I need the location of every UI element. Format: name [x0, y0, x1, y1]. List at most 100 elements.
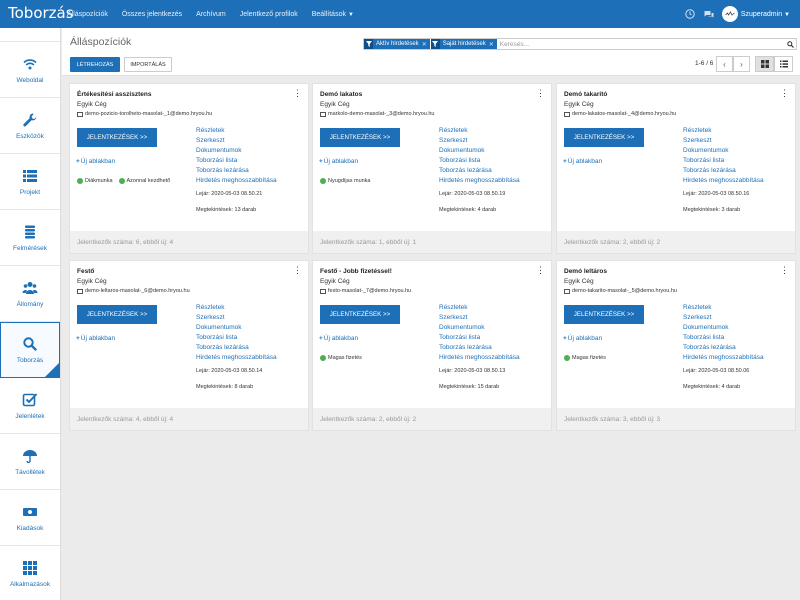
close-recruitment-link[interactable]: Toborzás lezárása	[683, 343, 764, 353]
sidebar-item-staff[interactable]: Állomány	[0, 266, 60, 322]
sidebar-item-attendance[interactable]: Jelenlétek	[0, 378, 60, 434]
applications-button[interactable]: JELENTKEZÉSEK >>	[564, 305, 644, 324]
nav-settings-dropdown[interactable]: Beállítások ▼	[305, 11, 361, 18]
chat-icon[interactable]	[703, 8, 715, 20]
sidebar-top-spacer	[0, 28, 60, 42]
sidebar-item-recruitment[interactable]: Toborzás	[0, 322, 60, 378]
nav-all-applications[interactable]: Összes jelentkezés	[115, 11, 189, 18]
more-options-icon[interactable]: ⋮	[293, 266, 302, 275]
open-new-window-link[interactable]: +Új ablakban	[76, 335, 115, 342]
extend-ad-link[interactable]: Hirdetés meghosszabbítása	[439, 176, 520, 186]
applications-button[interactable]: JELENTKEZÉSEK >>	[320, 305, 400, 324]
sidebar-item-absences[interactable]: Távollétek	[0, 434, 60, 490]
extend-ad-link[interactable]: Hirdetés meghosszabbítása	[683, 176, 764, 186]
documents-link[interactable]: Dokumentumok	[683, 146, 764, 156]
sidebar-item-tools[interactable]: Eszközök	[0, 98, 60, 154]
edit-link[interactable]: Szerkeszt	[439, 313, 520, 323]
sidebar-item-apps[interactable]: Alkalmazások	[0, 546, 60, 600]
edit-link[interactable]: Szerkeszt	[439, 136, 520, 146]
position-title[interactable]: Festő	[77, 268, 94, 275]
applications-button[interactable]: JELENTKEZÉSEK >>	[564, 128, 644, 147]
user-menu[interactable]: Szuperadmin ▼	[741, 11, 790, 18]
extend-ad-link[interactable]: Hirdetés meghosszabbítása	[439, 353, 520, 363]
recruitment-list-link[interactable]: Toborzási lista	[439, 156, 520, 166]
import-button[interactable]: IMPORTÁLÁS	[124, 57, 172, 72]
recruitment-list-link[interactable]: Toborzási lista	[683, 156, 764, 166]
extend-ad-link[interactable]: Hirdetés meghosszabbítása	[196, 353, 277, 363]
sidebar-item-expenses[interactable]: Kiadások	[0, 490, 60, 546]
list-view-button[interactable]	[774, 56, 793, 72]
clock-icon[interactable]	[684, 8, 696, 20]
position-email: demo-pozicio-torolheto-masolat-_1@demo.h…	[77, 111, 212, 117]
details-link[interactable]: Részletek	[439, 303, 520, 313]
envelope-icon	[77, 111, 83, 117]
extend-ad-link[interactable]: Hirdetés meghosszabbítása	[196, 176, 277, 186]
open-new-window-link[interactable]: +Új ablakban	[319, 158, 358, 165]
documents-link[interactable]: Dokumentumok	[196, 146, 277, 156]
open-new-window-link[interactable]: +Új ablakban	[76, 158, 115, 165]
sidebar-item-project[interactable]: Projekt	[0, 154, 60, 210]
position-title[interactable]: Demó lakatos	[320, 91, 362, 98]
edit-link[interactable]: Szerkeszt	[683, 313, 764, 323]
details-link[interactable]: Részletek	[683, 126, 764, 136]
close-recruitment-link[interactable]: Toborzás lezárása	[439, 166, 520, 176]
search-input[interactable]	[498, 41, 784, 48]
remove-filter-icon[interactable]: ✕	[489, 41, 494, 48]
filter-search-bar[interactable]: Aktív hirdetések ✕ Saját hirdetések ✕	[363, 38, 797, 50]
nav-applicant-profiles[interactable]: Jelentkező profilok	[233, 11, 305, 18]
recruitment-list-link[interactable]: Toborzási lista	[196, 333, 277, 343]
filter-chip-own[interactable]: Saját hirdetések ✕	[430, 39, 497, 49]
details-link[interactable]: Részletek	[683, 303, 764, 313]
open-new-window-link[interactable]: +Új ablakban	[563, 158, 602, 165]
applicant-count: Jelentkezők száma: 6, ebből új: 4	[70, 231, 308, 253]
more-options-icon[interactable]: ⋮	[293, 89, 302, 98]
recruitment-list-link[interactable]: Toborzási lista	[439, 333, 520, 343]
applications-button[interactable]: JELENTKEZÉSEK >>	[320, 128, 400, 147]
tag-list: Magas fizetés	[564, 355, 612, 361]
more-options-icon[interactable]: ⋮	[536, 89, 545, 98]
edit-link[interactable]: Szerkeszt	[196, 136, 277, 146]
filter-chip-active[interactable]: Aktív hirdetések ✕	[364, 39, 430, 49]
position-title[interactable]: Értékesítési asszisztens	[77, 91, 151, 98]
more-options-icon[interactable]: ⋮	[536, 266, 545, 275]
details-link[interactable]: Részletek	[196, 303, 277, 313]
recruitment-list-link[interactable]: Toborzási lista	[196, 156, 277, 166]
close-recruitment-link[interactable]: Toborzás lezárása	[196, 166, 277, 176]
applicant-count: Jelentkezők száma: 2, ebből új: 2	[557, 231, 795, 253]
action-links: Részletek Szerkeszt Dokumentumok Toborzá…	[439, 126, 520, 186]
applications-button[interactable]: JELENTKEZÉSEK >>	[77, 305, 157, 324]
close-recruitment-link[interactable]: Toborzás lezárása	[439, 343, 520, 353]
open-new-window-link[interactable]: +Új ablakban	[563, 335, 602, 342]
avatar[interactable]	[721, 6, 738, 22]
more-options-icon[interactable]: ⋮	[780, 266, 789, 275]
nav-positions[interactable]: Álláspozíciók	[60, 11, 115, 18]
position-title[interactable]: Festő - Jobb fizetéssel!	[320, 268, 392, 275]
remove-filter-icon[interactable]: ✕	[422, 41, 427, 48]
extend-ad-link[interactable]: Hirdetés meghosszabbítása	[683, 353, 764, 363]
edit-link[interactable]: Szerkeszt	[196, 313, 277, 323]
close-recruitment-link[interactable]: Toborzás lezárása	[196, 343, 277, 353]
documents-link[interactable]: Dokumentumok	[439, 323, 520, 333]
sidebar-item-surveys[interactable]: Felmérések	[0, 210, 60, 266]
prev-page-button[interactable]: ‹	[716, 56, 733, 72]
details-link[interactable]: Részletek	[439, 126, 520, 136]
sidebar-item-website[interactable]: Weboldal	[0, 42, 60, 98]
documents-link[interactable]: Dokumentumok	[196, 323, 277, 333]
search-icon[interactable]	[784, 39, 796, 49]
documents-link[interactable]: Dokumentumok	[439, 146, 520, 156]
grid-view-button[interactable]	[755, 56, 774, 72]
close-recruitment-link[interactable]: Toborzás lezárása	[683, 166, 764, 176]
more-options-icon[interactable]: ⋮	[780, 89, 789, 98]
nav-archive[interactable]: Archívum	[189, 11, 233, 18]
tag-label: Magas fizetés	[328, 355, 362, 361]
create-button[interactable]: LÉTREHOZÁS	[70, 57, 120, 72]
edit-link[interactable]: Szerkeszt	[683, 136, 764, 146]
details-link[interactable]: Részletek	[196, 126, 277, 136]
next-page-button[interactable]: ›	[733, 56, 750, 72]
open-new-window-link[interactable]: +Új ablakban	[319, 335, 358, 342]
position-title[interactable]: Demó leltáros	[564, 268, 607, 275]
documents-link[interactable]: Dokumentumok	[683, 323, 764, 333]
recruitment-list-link[interactable]: Toborzási lista	[683, 333, 764, 343]
position-title[interactable]: Demó takarító	[564, 91, 607, 98]
applications-button[interactable]: JELENTKEZÉSEK >>	[77, 128, 157, 147]
